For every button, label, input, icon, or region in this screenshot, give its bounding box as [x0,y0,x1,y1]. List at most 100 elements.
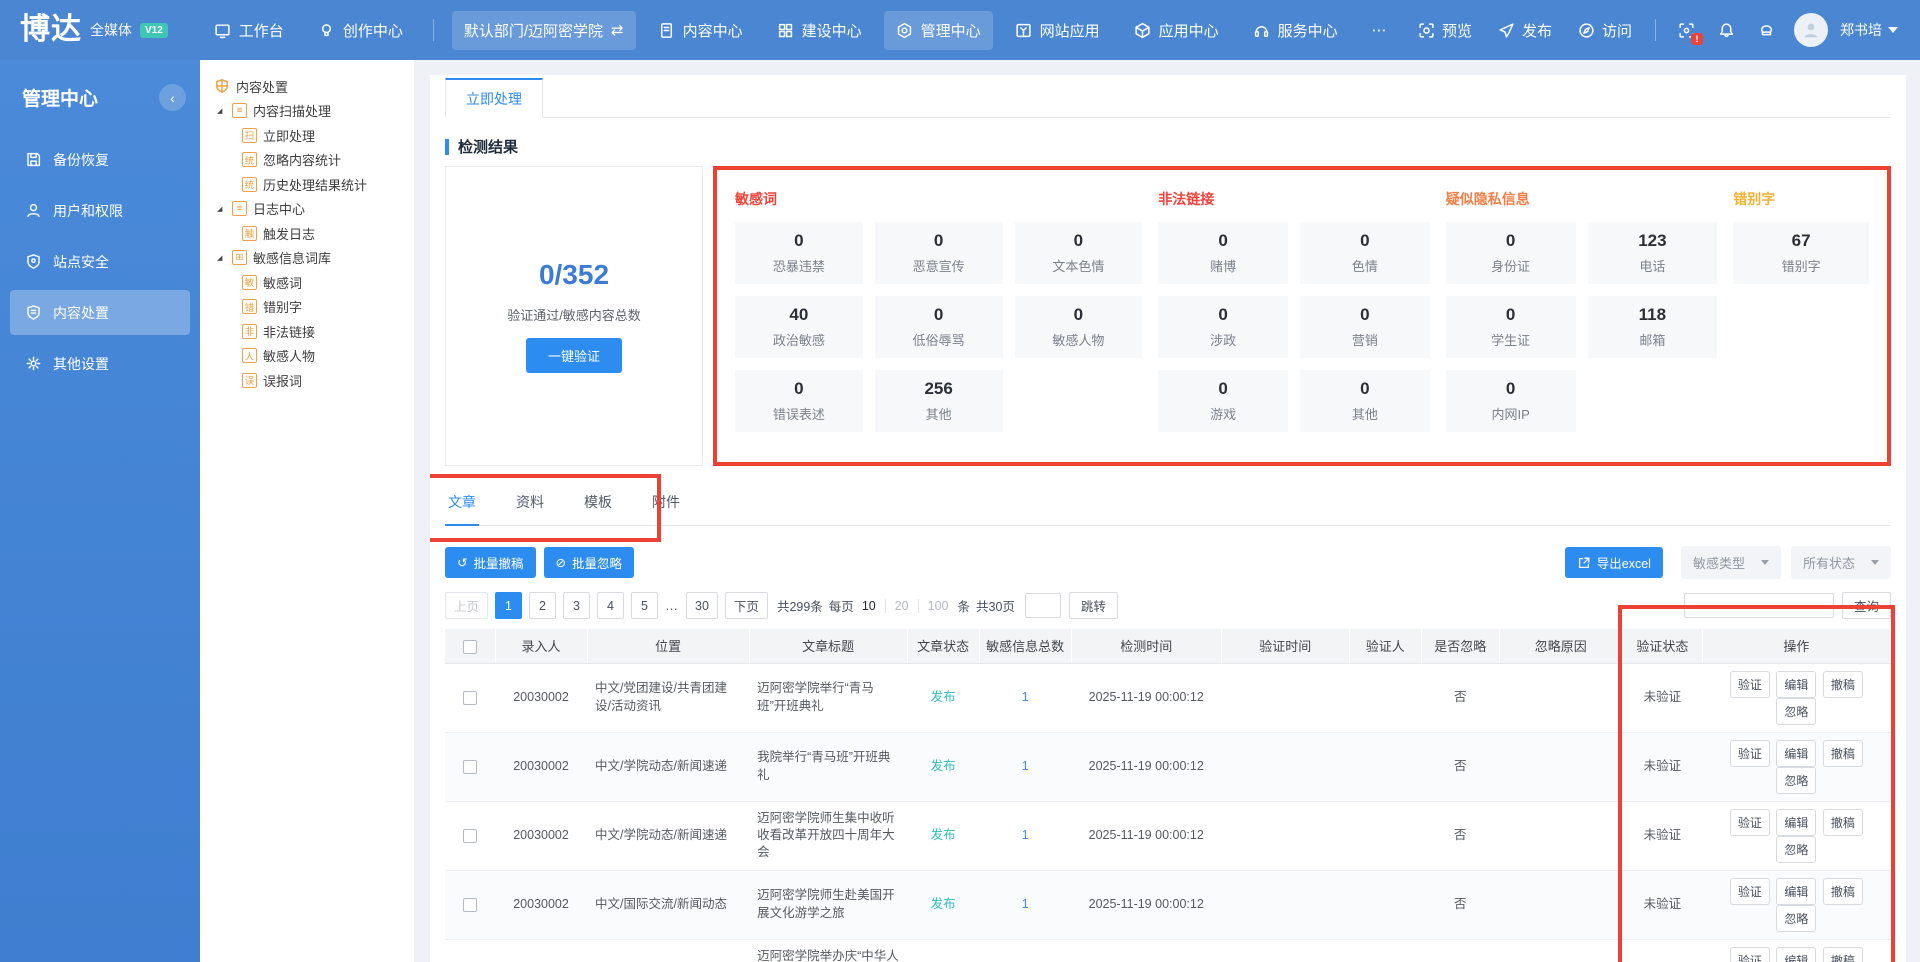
search-input[interactable] [1683,593,1834,618]
page-size-20[interactable]: 20 [884,598,918,613]
user-menu[interactable]: 郑书培 [1840,20,1898,40]
sensitive-type-dropdown[interactable]: 敏感类型 [1680,546,1781,579]
page-button-30[interactable]: 30 [686,592,718,619]
row-checkbox[interactable] [463,828,477,843]
tree-node-immediate-processing[interactable]: 扫 立即处理 [214,123,410,148]
withdraw-button[interactable]: 撤稿 [1822,670,1863,698]
tree-node-sensitive-lexicon[interactable]: ◢ ⊞ 敏感信息词库 [214,246,410,271]
one-click-verify-button[interactable]: 一键验证 [525,338,622,373]
sensitive-count-link[interactable]: 1 [1022,828,1029,842]
query-button[interactable]: 查询 [1841,592,1891,619]
page-button-3[interactable]: 3 [563,592,591,619]
verify-button[interactable]: 验证 [1729,877,1770,905]
withdraw-button[interactable]: 撤稿 [1822,808,1863,836]
edit-button[interactable]: 编辑 [1776,877,1817,905]
column-header-user: 录入人 [495,629,588,664]
tab-materials[interactable]: 资料 [516,492,544,525]
status-dropdown[interactable]: 所有状态 [1790,546,1891,579]
verify-button[interactable]: 验证 [1729,808,1770,836]
preview-button[interactable]: 预览 [1407,12,1483,49]
save-icon [27,152,41,167]
tab-articles[interactable]: 文章 [445,492,479,526]
tree-node-scan-processing[interactable]: ◢ ≡ 内容扫描处理 [214,99,410,124]
edit-button[interactable]: 编辑 [1776,739,1817,767]
column-header-ignored: 是否忽略 [1421,629,1500,664]
batch-ignore-button[interactable]: ⊘ 批量忽略 [543,547,634,578]
bell-icon [1719,22,1733,37]
row-checkbox[interactable] [463,690,477,705]
folder-icon: ≡ [232,201,247,217]
sidebar-collapse-button[interactable]: ‹ [159,84,186,111]
withdraw-button[interactable]: 撤稿 [1822,877,1863,905]
ignore-button[interactable]: 忽略 [1776,697,1817,725]
verify-button[interactable]: 验证 [1729,670,1770,698]
tab-immediate-processing[interactable]: 立即处理 [445,78,543,118]
jump-button[interactable]: 跳转 [1068,592,1118,619]
sensitive-count-link[interactable]: 1 [1022,759,1029,773]
jump-page-input[interactable] [1024,593,1061,618]
notifications-button[interactable] [1708,12,1744,48]
tree-node-sensitive-people[interactable]: 人 敏感人物 [214,344,410,369]
ignore-button[interactable]: 忽略 [1776,835,1817,863]
tree-node-false-positives[interactable]: 误 误报词 [214,368,410,393]
nav-item-manage-center[interactable]: 管理中心 [883,10,993,50]
tree-node-illegal-links[interactable]: 非 非法链接 [214,319,410,344]
scan-alert-button[interactable]: ! [1668,12,1704,48]
nav-item-more[interactable]: ⋯ [1360,14,1399,47]
edit-button[interactable]: 编辑 [1776,670,1817,698]
nav-item-creation-center[interactable]: 创作中心 [306,11,415,50]
tree-node-sensitive-words[interactable]: 敏 敏感词 [214,270,410,295]
nav-item-build-center[interactable]: 建设中心 [765,11,874,50]
nav-item-workbench[interactable]: 工作台 [202,11,296,50]
dept-switcher[interactable]: 默认部门/迈阿密学院 ⇄ [451,10,636,50]
column-header-detect-time: 检测时间 [1071,629,1222,664]
verify-button[interactable]: 验证 [1729,946,1770,962]
user-avatar[interactable] [1794,13,1828,47]
sensitive-count-link[interactable]: 1 [1022,897,1029,911]
hat-icon [1760,24,1772,35]
page-button-4[interactable]: 4 [597,592,625,619]
page-size-10[interactable]: 10 [860,599,885,613]
ignore-button[interactable]: 忽略 [1776,766,1817,794]
page-button-5[interactable]: 5 [631,592,659,619]
select-all-checkbox[interactable] [462,639,477,654]
tree-node-typos[interactable]: 错 错别字 [214,295,410,320]
page-button-1[interactable]: 1 [495,592,523,619]
sidebar-item-other-settings[interactable]: 其他设置 [10,341,190,386]
visit-button[interactable]: 访问 [1567,12,1643,49]
sidebar-item-content-dispose[interactable]: 内容处置 [10,290,190,335]
workbench-icon [215,23,230,38]
sensitive-count-link[interactable]: 1 [1022,690,1029,704]
publish-button[interactable]: 发布 [1487,12,1563,49]
tree-root-content-dispose[interactable]: 内容处置 [214,74,410,99]
sidebar-item-users-permissions[interactable]: 用户和权限 [10,188,190,233]
prev-page-button[interactable]: 上页 [445,592,489,619]
verify-button[interactable]: 验证 [1729,739,1770,767]
nav-item-site-apps[interactable]: 网站应用 [1003,11,1112,50]
batch-withdraw-button[interactable]: ↺ 批量撤稿 [445,547,536,578]
tree-node-history-results[interactable]: 统 历史处理结果统计 [214,172,410,197]
sidebar-item-backup-restore[interactable]: 备份恢复 [10,137,190,182]
next-page-button[interactable]: 下页 [724,592,768,619]
nav-item-content-center[interactable]: 内容中心 [646,11,755,50]
page-button-2[interactable]: 2 [529,592,557,619]
edit-button[interactable]: 编辑 [1776,808,1817,836]
tree-node-ignored-stats[interactable]: 统 忽略内容统计 [214,148,410,173]
tree-node-log-center[interactable]: ◢ ≡ 日志中心 [214,197,410,222]
tab-templates[interactable]: 模板 [584,492,612,525]
withdraw-button[interactable]: 撤稿 [1822,946,1863,962]
withdraw-button[interactable]: 撤稿 [1822,739,1863,767]
export-excel-button[interactable]: 导出excel [1564,547,1663,578]
page-size-100[interactable]: 100 [917,598,958,613]
sidebar-item-site-security[interactable]: 站点安全 [10,239,190,284]
ignore-button[interactable]: 忽略 [1776,904,1817,932]
tree-node-trigger-log[interactable]: 触 触发日志 [214,221,410,246]
nav-item-service-center[interactable]: 服务中心 [1241,11,1350,50]
tab-attachments[interactable]: 附件 [652,492,680,525]
nav-item-app-center[interactable]: 应用中心 [1122,11,1231,50]
stat-cell: 0 其他 [1300,370,1430,432]
theme-hat-button[interactable] [1748,12,1784,48]
row-checkbox[interactable] [463,759,477,774]
row-checkbox[interactable] [463,897,477,912]
edit-button[interactable]: 编辑 [1776,946,1817,962]
